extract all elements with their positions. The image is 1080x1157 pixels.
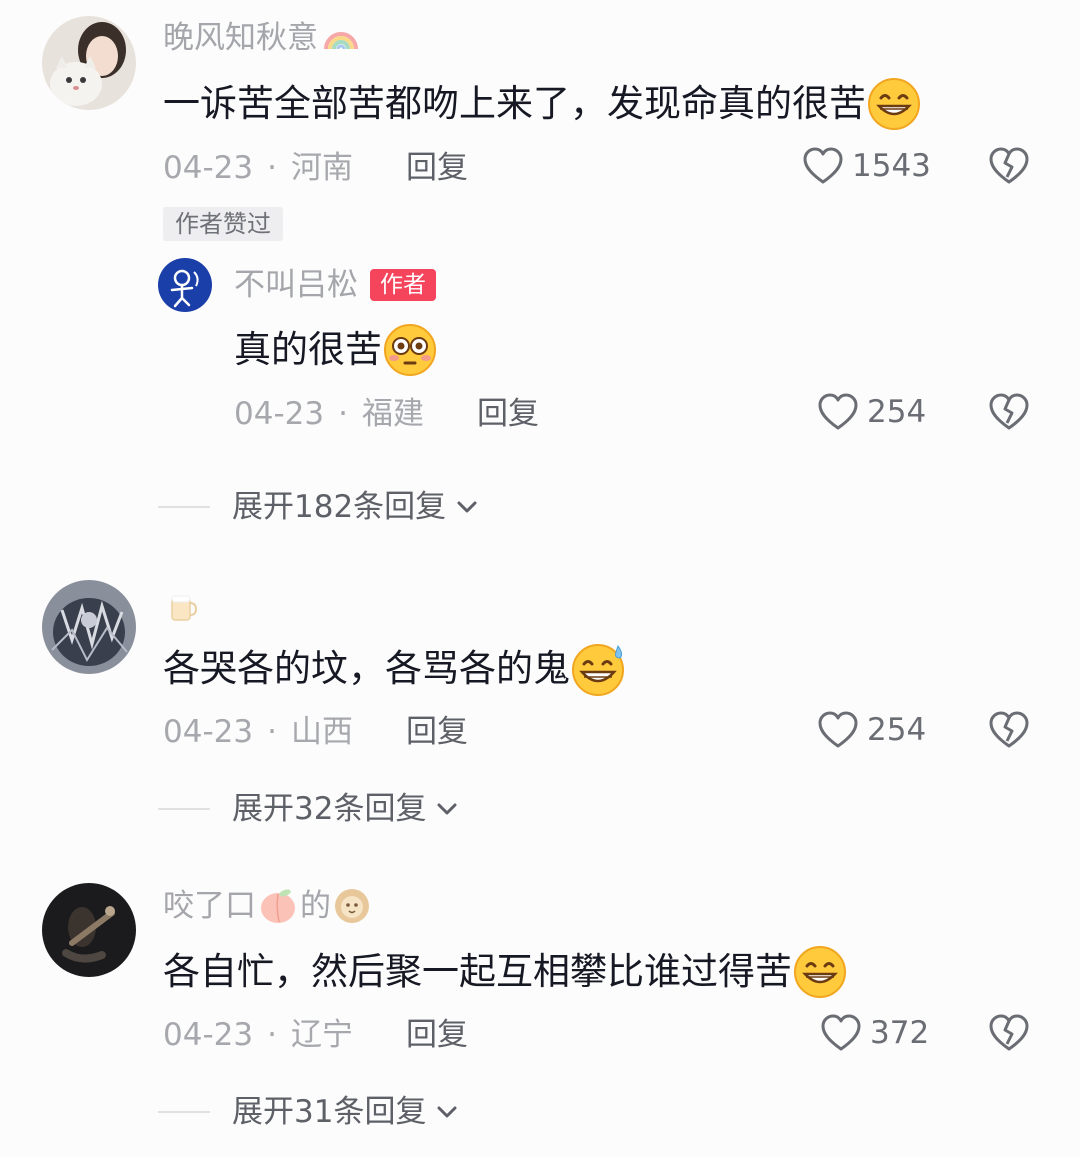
meta-separator: · — [267, 1017, 277, 1053]
comment-date: 04-23 — [163, 150, 254, 186]
peach-icon — [258, 887, 298, 925]
comment-username-part[interactable]: 咬了口 — [163, 886, 256, 926]
like-button[interactable]: 1543 — [802, 146, 931, 186]
expand-replies-label: 展开182条回复 — [232, 489, 447, 525]
heart-icon — [820, 1013, 862, 1053]
broken-heart-icon[interactable] — [988, 146, 1030, 190]
heart-icon — [817, 710, 859, 750]
comment-location: 河南 — [290, 150, 353, 186]
reply-button[interactable]: 回复 — [406, 1015, 468, 1055]
expand-divider — [158, 1111, 210, 1113]
comment-date: 04-23 — [163, 714, 254, 750]
lion-icon — [333, 887, 371, 925]
reply-username[interactable]: 不叫吕松 — [234, 265, 358, 305]
like-count: 254 — [867, 394, 927, 430]
reply-text: 真的很苦 — [234, 328, 382, 371]
grin-sweat-emoji-icon — [570, 640, 628, 698]
like-button[interactable]: 254 — [817, 710, 926, 750]
author-liked-badge: 作者赞过 — [163, 207, 283, 241]
comment-text: 各自忙，然后聚一起互相攀比谁过得苦 — [163, 950, 792, 993]
expand-divider — [158, 506, 210, 508]
reply-date: 04-23 — [234, 396, 325, 432]
grin-emoji-icon — [866, 76, 922, 132]
chevron-down-icon — [454, 494, 480, 520]
rainbow-icon — [322, 19, 360, 57]
comment-location: 辽宁 — [290, 1017, 353, 1053]
expand-divider — [158, 808, 210, 810]
chevron-down-icon — [434, 796, 460, 822]
broken-heart-icon[interactable] — [988, 392, 1030, 436]
meta-separator: · — [267, 150, 277, 186]
comment-username[interactable]: 晚风知秋意 — [163, 18, 318, 58]
beer-icon — [166, 590, 200, 628]
like-count: 1543 — [852, 148, 931, 184]
expand-replies[interactable]: 展开32条回复 — [158, 789, 460, 829]
reply-avatar[interactable] — [158, 258, 212, 312]
heart-icon — [802, 146, 844, 186]
avatar[interactable] — [42, 16, 136, 110]
comment-text: 各哭各的坟，各骂各的鬼 — [163, 647, 570, 690]
avatar[interactable] — [42, 883, 136, 977]
heart-icon — [817, 392, 859, 432]
broken-heart-icon[interactable] — [988, 1013, 1030, 1057]
comment-username-part[interactable]: 的 — [300, 886, 331, 926]
flushed-emoji-icon — [382, 322, 438, 378]
like-button[interactable]: 372 — [820, 1013, 929, 1053]
chevron-down-icon — [434, 1099, 460, 1125]
expand-replies[interactable]: 展开31条回复 — [158, 1092, 460, 1132]
avatar[interactable] — [42, 580, 136, 674]
reply-button[interactable]: 回复 — [477, 394, 539, 434]
grin-emoji-icon — [792, 944, 848, 1000]
reply-button[interactable]: 回复 — [406, 148, 468, 188]
expand-replies-label: 展开31条回复 — [232, 1094, 427, 1130]
comment-text: 一诉苦全部苦都吻上来了，发现命真的很苦 — [163, 82, 866, 125]
comment-date: 04-23 — [163, 1017, 254, 1053]
reply-location: 福建 — [361, 396, 424, 432]
like-button[interactable]: 254 — [817, 392, 926, 432]
expand-replies-label: 展开32条回复 — [232, 791, 427, 827]
meta-separator: · — [338, 396, 348, 432]
comment-location: 山西 — [290, 714, 353, 750]
like-count: 254 — [867, 712, 927, 748]
expand-replies[interactable]: 展开182条回复 — [158, 487, 480, 527]
author-tag: 作者 — [370, 269, 436, 301]
reply-button[interactable]: 回复 — [406, 712, 468, 752]
meta-separator: · — [267, 714, 277, 750]
broken-heart-icon[interactable] — [988, 710, 1030, 754]
like-count: 372 — [870, 1015, 930, 1051]
